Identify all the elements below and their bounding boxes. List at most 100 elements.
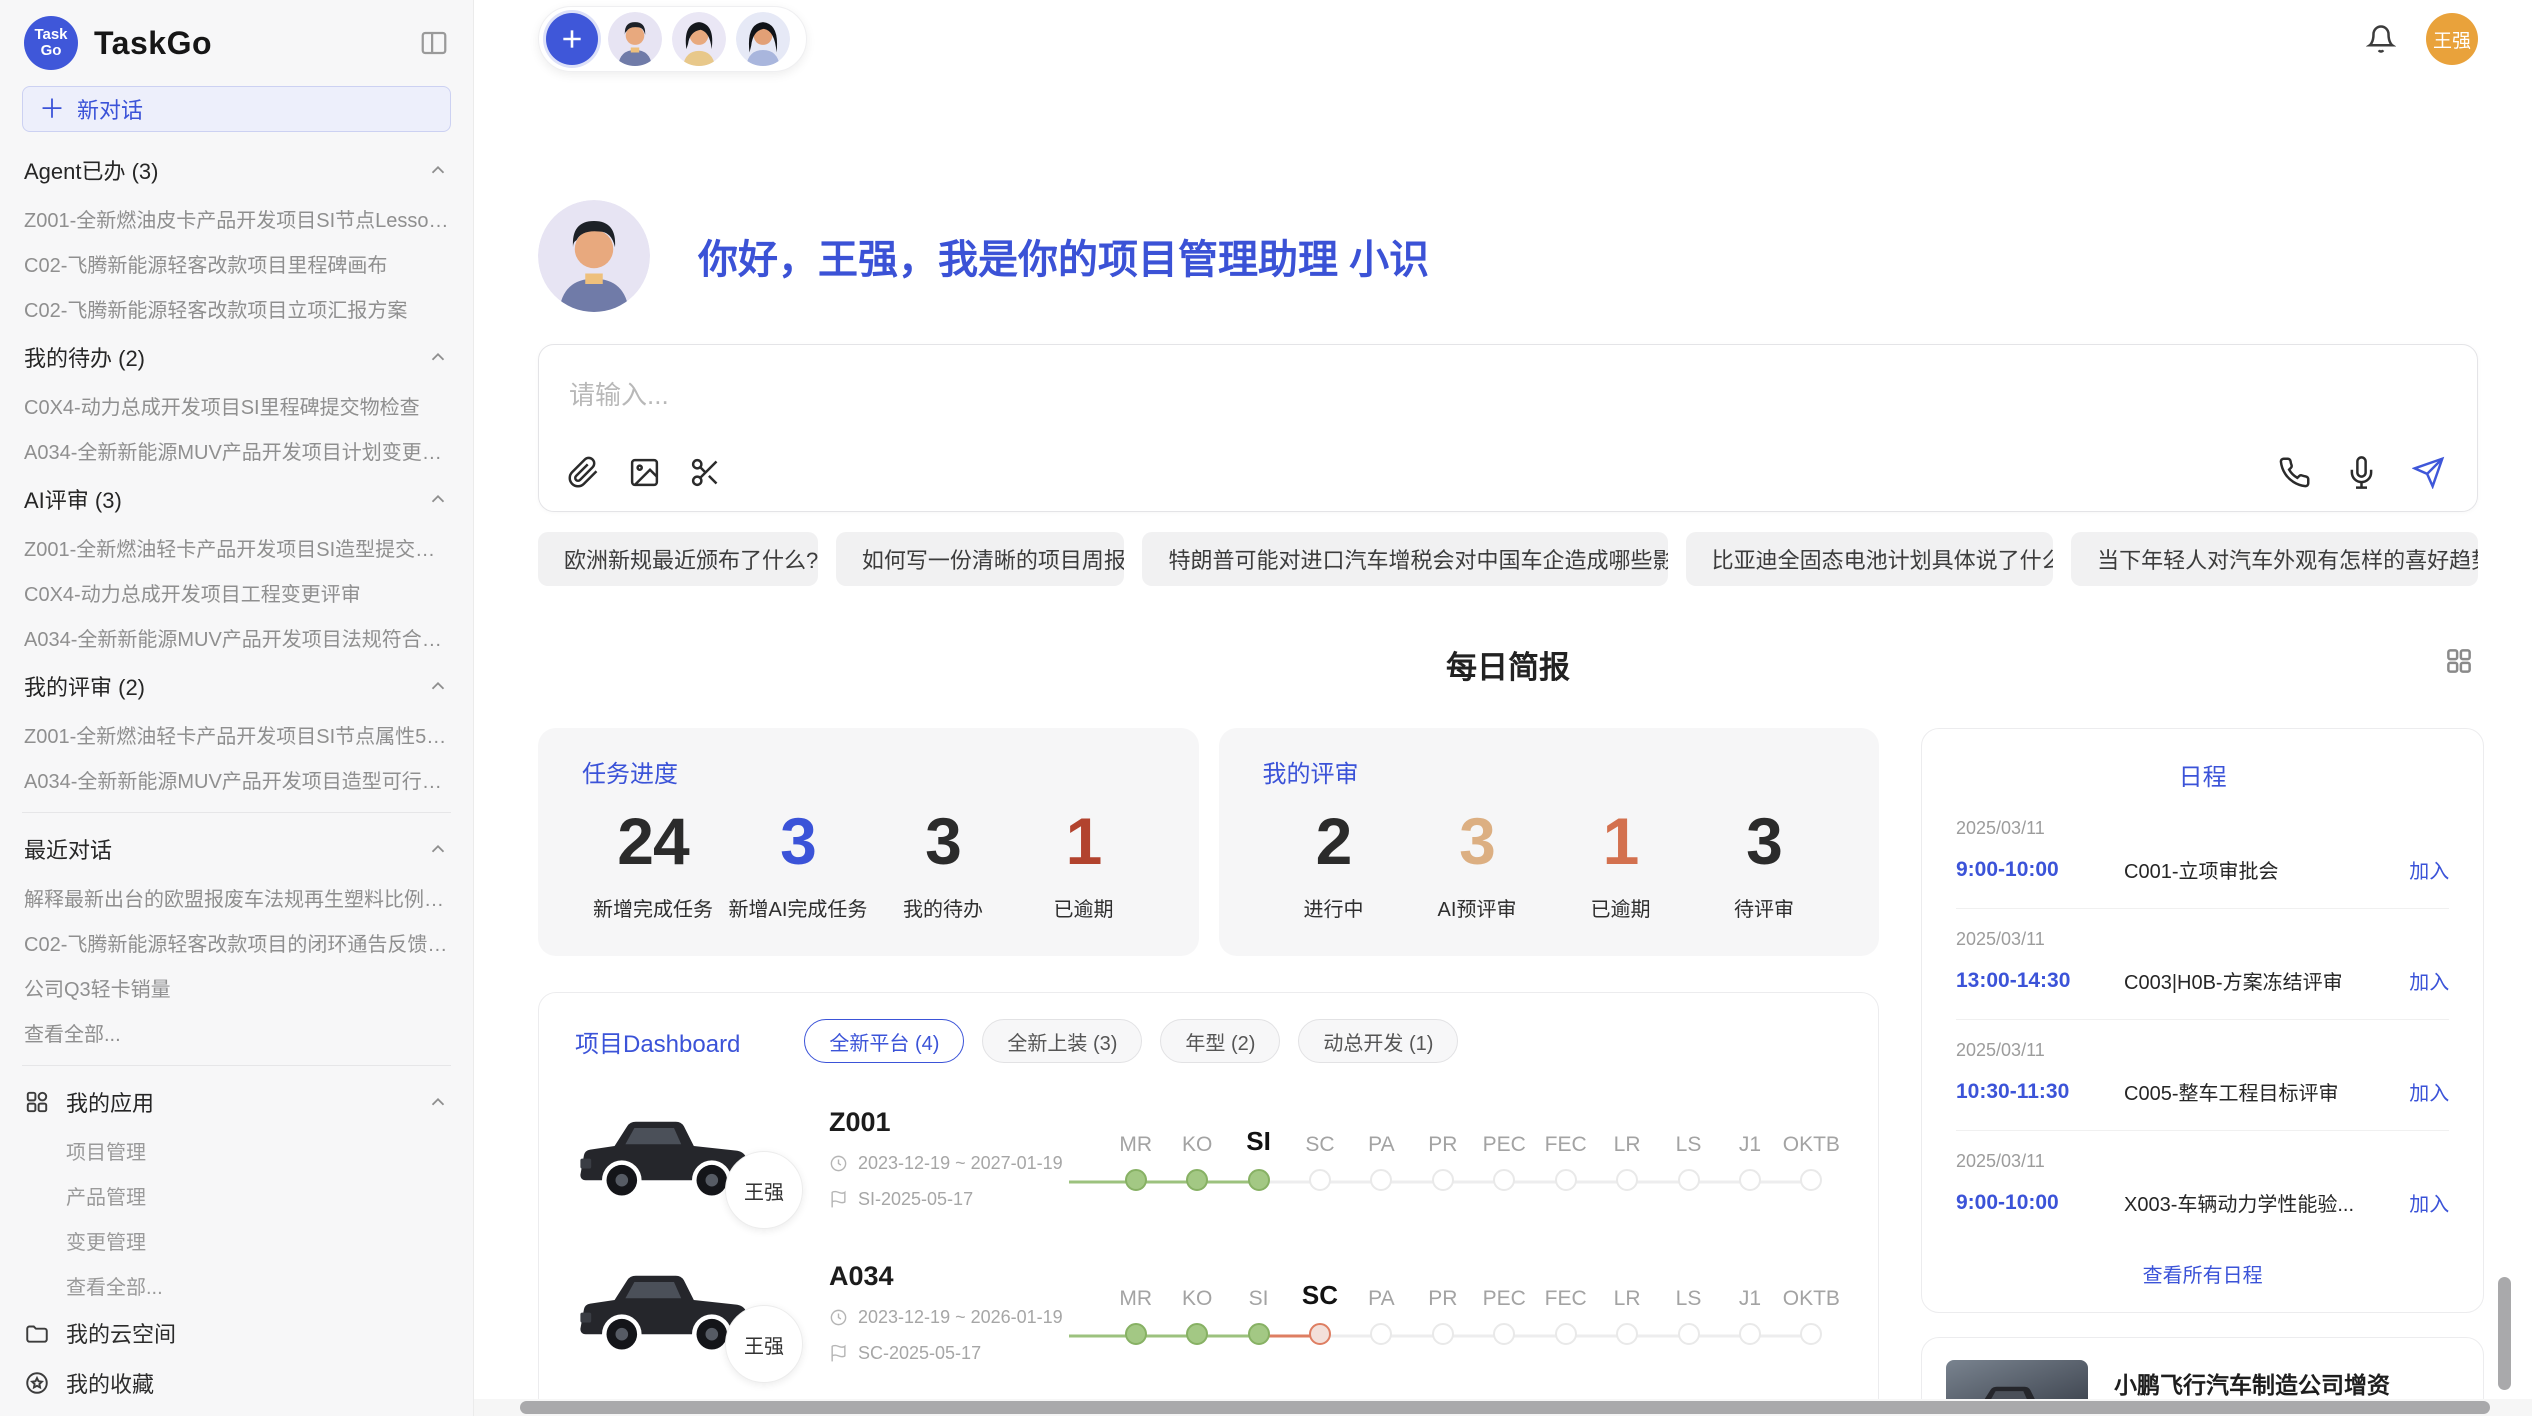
- new-chat-button[interactable]: ＋ 新对话: [22, 86, 451, 132]
- milestone-dot[interactable]: [1739, 1169, 1761, 1191]
- milestone-node: PEC: [1474, 1275, 1535, 1349]
- sidebar-item[interactable]: A034-全新新能源MUV产品开发项目法规符合性评审: [22, 615, 451, 660]
- phone-call-icon[interactable]: [2278, 456, 2311, 489]
- sidebar-item-cloud-space[interactable]: 我的云空间: [22, 1308, 451, 1358]
- recent-chats-header[interactable]: 最近对话: [22, 823, 451, 875]
- milestone-dot[interactable]: [1432, 1169, 1454, 1191]
- horizontal-scrollbar-thumb[interactable]: [520, 1401, 2490, 1414]
- milestone-dot[interactable]: [1370, 1323, 1392, 1345]
- milestone-dot[interactable]: [1432, 1323, 1454, 1345]
- stats-row: 任务进度 24 新增完成任务 3 新增AI完成任务 3 我的待办 1 已逾期 我…: [538, 728, 1879, 956]
- image-upload-icon[interactable]: [628, 456, 661, 489]
- sidebar-scroll-area: Agent已办 (3) Z001-全新燃油皮卡产品开发项目SI节点Lesson …: [0, 144, 473, 1416]
- sidebar-item[interactable]: C02-飞腾新能源轻客改款项目的闭环通告反馈情况: [22, 920, 451, 965]
- vertical-scrollbar-thumb[interactable]: [2498, 1277, 2511, 1390]
- app-logo: Task Go: [24, 16, 78, 70]
- milestone-dot[interactable]: [1555, 1169, 1577, 1191]
- sidebar-item[interactable]: A034-全新新能源MUV产品开发项目造型可行性评审: [22, 757, 451, 802]
- notification-bell-icon[interactable]: [2366, 24, 2396, 54]
- taskgo-app: Task Go TaskGo ＋ 新对话 Agent已办 (3) Z001-全新…: [0, 0, 2532, 1416]
- my-apps-header[interactable]: 我的应用: [22, 1076, 451, 1128]
- dashboard-tab[interactable]: 全新上装 (3): [982, 1019, 1142, 1063]
- milestone-dot[interactable]: [1248, 1169, 1270, 1191]
- dashboard-tab[interactable]: 全新平台 (4): [804, 1019, 964, 1063]
- milestone-dot[interactable]: [1186, 1323, 1208, 1345]
- milestone-dot[interactable]: [1678, 1169, 1700, 1191]
- milestone-dot[interactable]: [1800, 1169, 1822, 1191]
- sidebar-sub-item[interactable]: 查看全部...: [22, 1263, 451, 1308]
- sidebar-sub-item[interactable]: 项目管理: [22, 1128, 451, 1173]
- sidebar-sub-item[interactable]: 产品管理: [22, 1173, 451, 1218]
- milestone-dot[interactable]: [1616, 1323, 1638, 1345]
- milestone-dot[interactable]: [1800, 1323, 1822, 1345]
- sidebar-section-header[interactable]: 我的待办 (2): [22, 331, 451, 383]
- sidebar-item[interactable]: 公司Q3轻卡销量: [22, 965, 451, 1010]
- sidebar-item[interactable]: 查看全部...: [22, 1010, 451, 1055]
- sidebar-section-header[interactable]: 我的评审 (2): [22, 660, 451, 712]
- project-code[interactable]: Z001: [829, 1107, 1079, 1138]
- chat-composer[interactable]: 请输入...: [538, 344, 2478, 512]
- milestone-dot[interactable]: [1309, 1323, 1331, 1345]
- sidebar-section-header[interactable]: Agent已办 (3): [22, 144, 451, 196]
- milestone-node: LS: [1658, 1275, 1719, 1349]
- project-flag-text: SC-2025-05-17: [858, 1343, 981, 1364]
- milestone-dot[interactable]: [1309, 1169, 1331, 1191]
- milestone-node: PA: [1351, 1121, 1412, 1195]
- event-time: 10:30-11:30: [1956, 1080, 2124, 1104]
- event-join-link[interactable]: 加入: [2409, 1188, 2449, 1217]
- agent-avatar-3[interactable]: [736, 12, 790, 66]
- suggestion-chip[interactable]: 比亚迪全固态电池计划具体说了什么: [1686, 532, 2053, 586]
- suggestion-chip[interactable]: 特朗普可能对进口汽车增税会对中国车企造成哪些影响: [1142, 532, 1667, 586]
- suggestion-chip[interactable]: 如何写一份清晰的项目周报: [836, 532, 1125, 586]
- sidebar-item[interactable]: A034-全新新能源MUV产品开发项目计划变更表编写: [22, 428, 451, 473]
- stat-value: 3: [1699, 803, 1829, 879]
- milestone-dot[interactable]: [1248, 1323, 1270, 1345]
- agent-avatar-2[interactable]: [672, 12, 726, 66]
- add-agent-button[interactable]: [546, 13, 598, 65]
- dashboard-tab[interactable]: 动总开发 (1): [1298, 1019, 1458, 1063]
- collapse-sidebar-button[interactable]: [419, 28, 449, 58]
- milestone-dot[interactable]: [1125, 1323, 1147, 1345]
- event-join-link[interactable]: 加入: [2409, 966, 2449, 995]
- milestone-dot[interactable]: [1616, 1169, 1638, 1191]
- scissors-screenshot-icon[interactable]: [689, 456, 722, 489]
- microphone-icon[interactable]: [2345, 456, 2378, 489]
- view-all-schedule-link[interactable]: 查看所有日程: [1956, 1259, 2449, 1288]
- sidebar-sub-item[interactable]: 变更管理: [22, 1218, 451, 1263]
- event-join-link[interactable]: 加入: [2409, 855, 2449, 884]
- sidebar-section-header[interactable]: AI评审 (3): [22, 473, 451, 525]
- sidebar-item[interactable]: 解释最新出台的欧盟报废车法规再生塑料比例被调至15%...: [22, 875, 451, 920]
- sidebar-item[interactable]: C02-飞腾新能源轻客改款项目立项汇报方案: [22, 286, 451, 331]
- agent-avatar-1[interactable]: [608, 12, 662, 66]
- sidebar-item-favorites[interactable]: 我的收藏: [22, 1358, 451, 1408]
- project-code[interactable]: A034: [829, 1261, 1079, 1292]
- briefing-layout-button[interactable]: [2444, 646, 2474, 676]
- milestone-dot[interactable]: [1125, 1169, 1147, 1191]
- sidebar-item[interactable]: C0X4-动力总成开发项目工程变更评审: [22, 570, 451, 615]
- suggestion-chip[interactable]: 当下年轻人对汽车外观有怎样的喜好趋势: [2071, 532, 2478, 586]
- sidebar-item[interactable]: Z001-全新燃油轻卡产品开发项目SI节点属性5D文件评审: [22, 712, 451, 757]
- send-icon[interactable]: [2412, 456, 2445, 489]
- stat-value: 1: [1556, 803, 1686, 879]
- milestone-dot[interactable]: [1739, 1323, 1761, 1345]
- user-avatar[interactable]: 王强: [2426, 13, 2478, 65]
- project-info: Z001 2023-12-19 ~ 2027-01-19 SI-2025-05-…: [829, 1107, 1079, 1210]
- milestone-dot[interactable]: [1678, 1323, 1700, 1345]
- milestone-dot[interactable]: [1186, 1169, 1208, 1191]
- sidebar-item[interactable]: C0X4-动力总成开发项目SI里程碑提交物检查: [22, 383, 451, 428]
- sidebar-item[interactable]: Z001-全新燃油轻卡产品开发项目SI造型提交物评审: [22, 525, 451, 570]
- event-join-link[interactable]: 加入: [2409, 1077, 2449, 1106]
- suggestion-chip[interactable]: 欧洲新规最近颁布了什么?: [538, 532, 818, 586]
- attachment-icon[interactable]: [567, 456, 600, 489]
- sidebar-item[interactable]: Z001-全新燃油皮卡产品开发项目SI节点Lesson Learn报告: [22, 196, 451, 241]
- dashboard-tab[interactable]: 年型 (2): [1160, 1019, 1280, 1063]
- milestone-dot[interactable]: [1555, 1323, 1577, 1345]
- project-dates: 2023-12-19 ~ 2026-01-19: [829, 1307, 1079, 1328]
- milestone-label: PR: [1412, 1121, 1473, 1157]
- milestone-dot[interactable]: [1370, 1169, 1392, 1191]
- sidebar-item[interactable]: C02-飞腾新能源轻客改款项目里程碑画布: [22, 241, 451, 286]
- briefing-header: 每日简报: [538, 642, 2478, 682]
- milestone-dot[interactable]: [1493, 1323, 1515, 1345]
- milestone-node: LS: [1658, 1121, 1719, 1195]
- milestone-dot[interactable]: [1493, 1169, 1515, 1191]
